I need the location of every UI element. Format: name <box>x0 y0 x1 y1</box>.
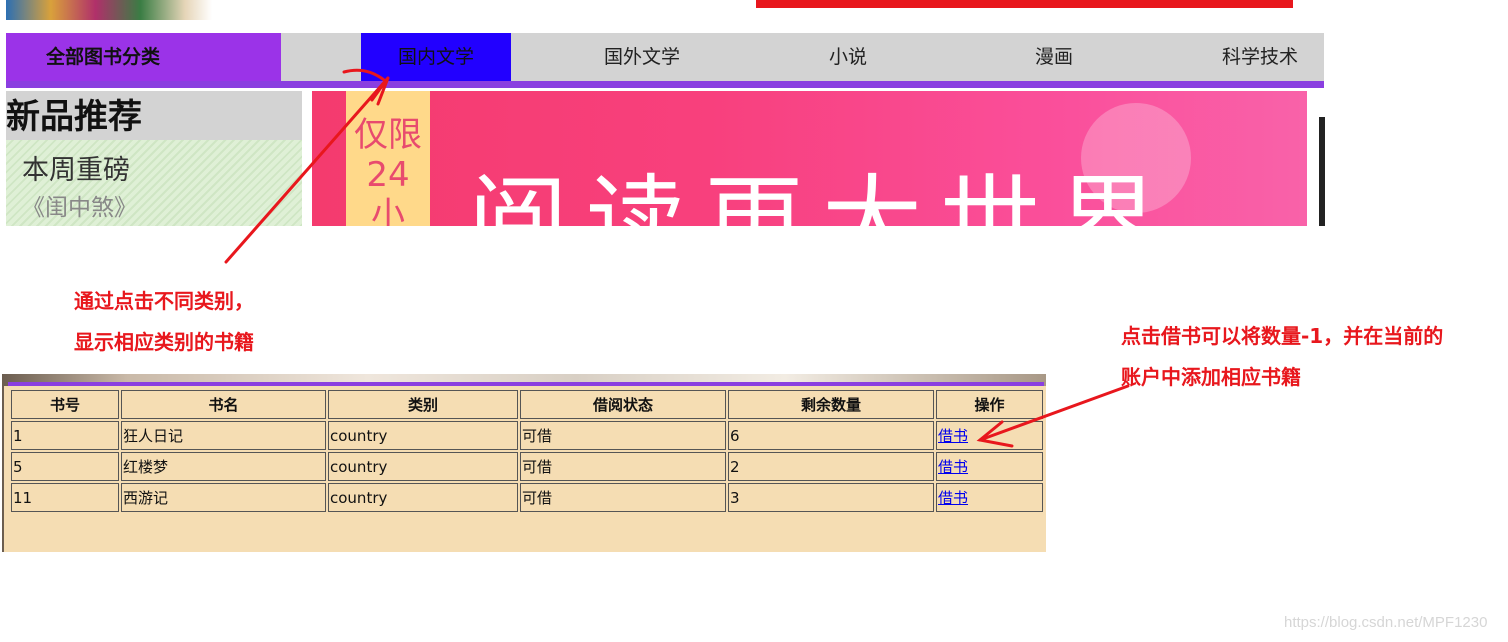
annotation-arrows <box>224 68 1130 448</box>
arrow-to-borrow-icon <box>978 384 1130 442</box>
watermark: https://blog.csdn.net/MPF1230 <box>1284 614 1488 631</box>
arrow-head-nav-icon <box>370 77 390 106</box>
arrow-to-nav-icon <box>224 76 390 264</box>
arrow-hook-icon <box>342 68 386 82</box>
